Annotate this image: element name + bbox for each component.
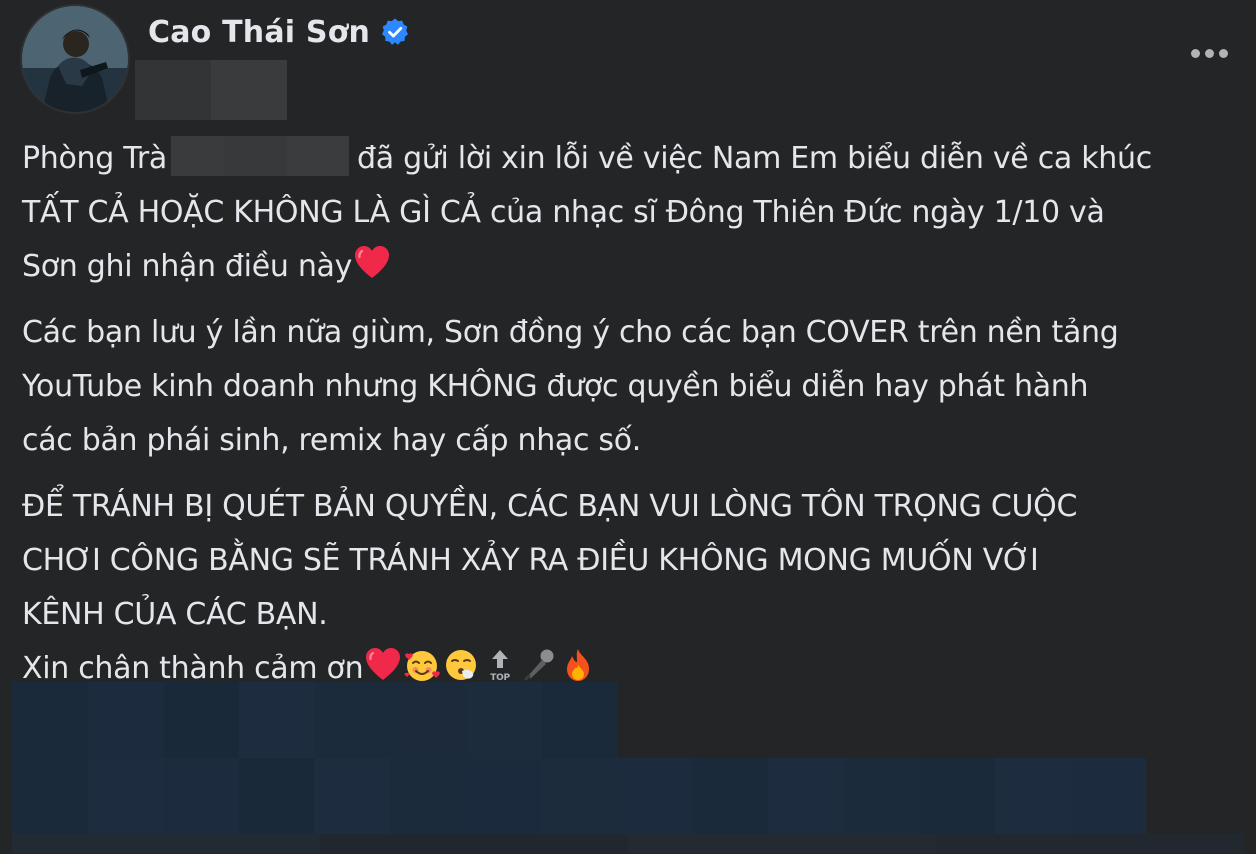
post-text-line: Phòng Trà đã gửi lời xin lỗi về việc Nam … xyxy=(22,136,1152,176)
more-options-button[interactable] xyxy=(1186,36,1232,70)
red-heart-icon xyxy=(353,244,391,282)
post-text-line: TẤT CẢ HOẶC KHÔNG LÀ GÌ CẢ của nhạc sĩ Đ… xyxy=(22,195,1105,230)
post-text-line: Sơn ghi nhận điều này xyxy=(22,246,391,284)
post-text: đã gửi lời xin lỗi về việc Nam Em biểu d… xyxy=(357,141,1152,176)
facebook-post: Cao Thái Sơn Phòng Trà đã gửi lời xin lỗi… xyxy=(0,0,1256,854)
redacted-attachment xyxy=(12,682,1244,854)
post-text-line: CHƠI CÔNG BẰNG SẼ TRÁNH XẢY RA ĐIỀU KHÔN… xyxy=(22,543,1039,578)
post-body: Phòng Trà đã gửi lời xin lỗi về việc Nam … xyxy=(22,132,1254,696)
fire-icon xyxy=(559,646,597,684)
post-text-line: các bản phái sinh, remix hay cấp nhạc số… xyxy=(22,423,642,458)
more-dot-icon xyxy=(1204,48,1214,58)
author-name[interactable]: Cao Thái Sơn xyxy=(148,15,370,50)
more-dot-icon xyxy=(1190,48,1200,58)
post-text-line: ĐỂ TRÁNH BỊ QUÉT BẢN QUYỀN, CÁC BẠN VUI … xyxy=(22,489,1078,524)
face-exhaling-icon xyxy=(442,646,480,684)
post-text: Phòng Trà xyxy=(22,141,167,176)
redacted-post-meta xyxy=(135,60,287,120)
red-heart-icon xyxy=(364,646,402,684)
post-paragraph-2: Các bạn lưu ý lần nữa giùm, Sơn đồng ý c… xyxy=(22,306,1254,468)
top-arrow-icon: TOP xyxy=(481,646,519,684)
author-header: Cao Thái Sơn xyxy=(148,8,410,56)
microphone-icon xyxy=(520,646,558,684)
redacted-name xyxy=(171,136,349,176)
post-text-line: Các bạn lưu ý lần nữa giùm, Sơn đồng ý c… xyxy=(22,315,1119,350)
post-paragraph-1: Phòng Trà đã gửi lời xin lỗi về việc Nam … xyxy=(22,132,1254,294)
post-text: Xin chân thành cảm ơn xyxy=(22,651,364,686)
post-text: Sơn ghi nhận điều này xyxy=(22,249,353,284)
smiling-face-with-hearts-icon xyxy=(403,646,441,684)
post-text-line: Xin chân thành cảm ơn TOP xyxy=(22,648,597,686)
post-paragraph-3: ĐỂ TRÁNH BỊ QUÉT BẢN QUYỀN, CÁC BẠN VUI … xyxy=(22,480,1254,696)
author-avatar[interactable] xyxy=(22,6,128,112)
verified-badge-icon xyxy=(380,17,410,47)
more-dot-icon xyxy=(1218,48,1228,58)
post-text-line: KÊNH CỦA CÁC BẠN. xyxy=(22,597,328,632)
post-text-line: YouTube kinh doanh nhưng KHÔNG được quyề… xyxy=(22,369,1089,404)
